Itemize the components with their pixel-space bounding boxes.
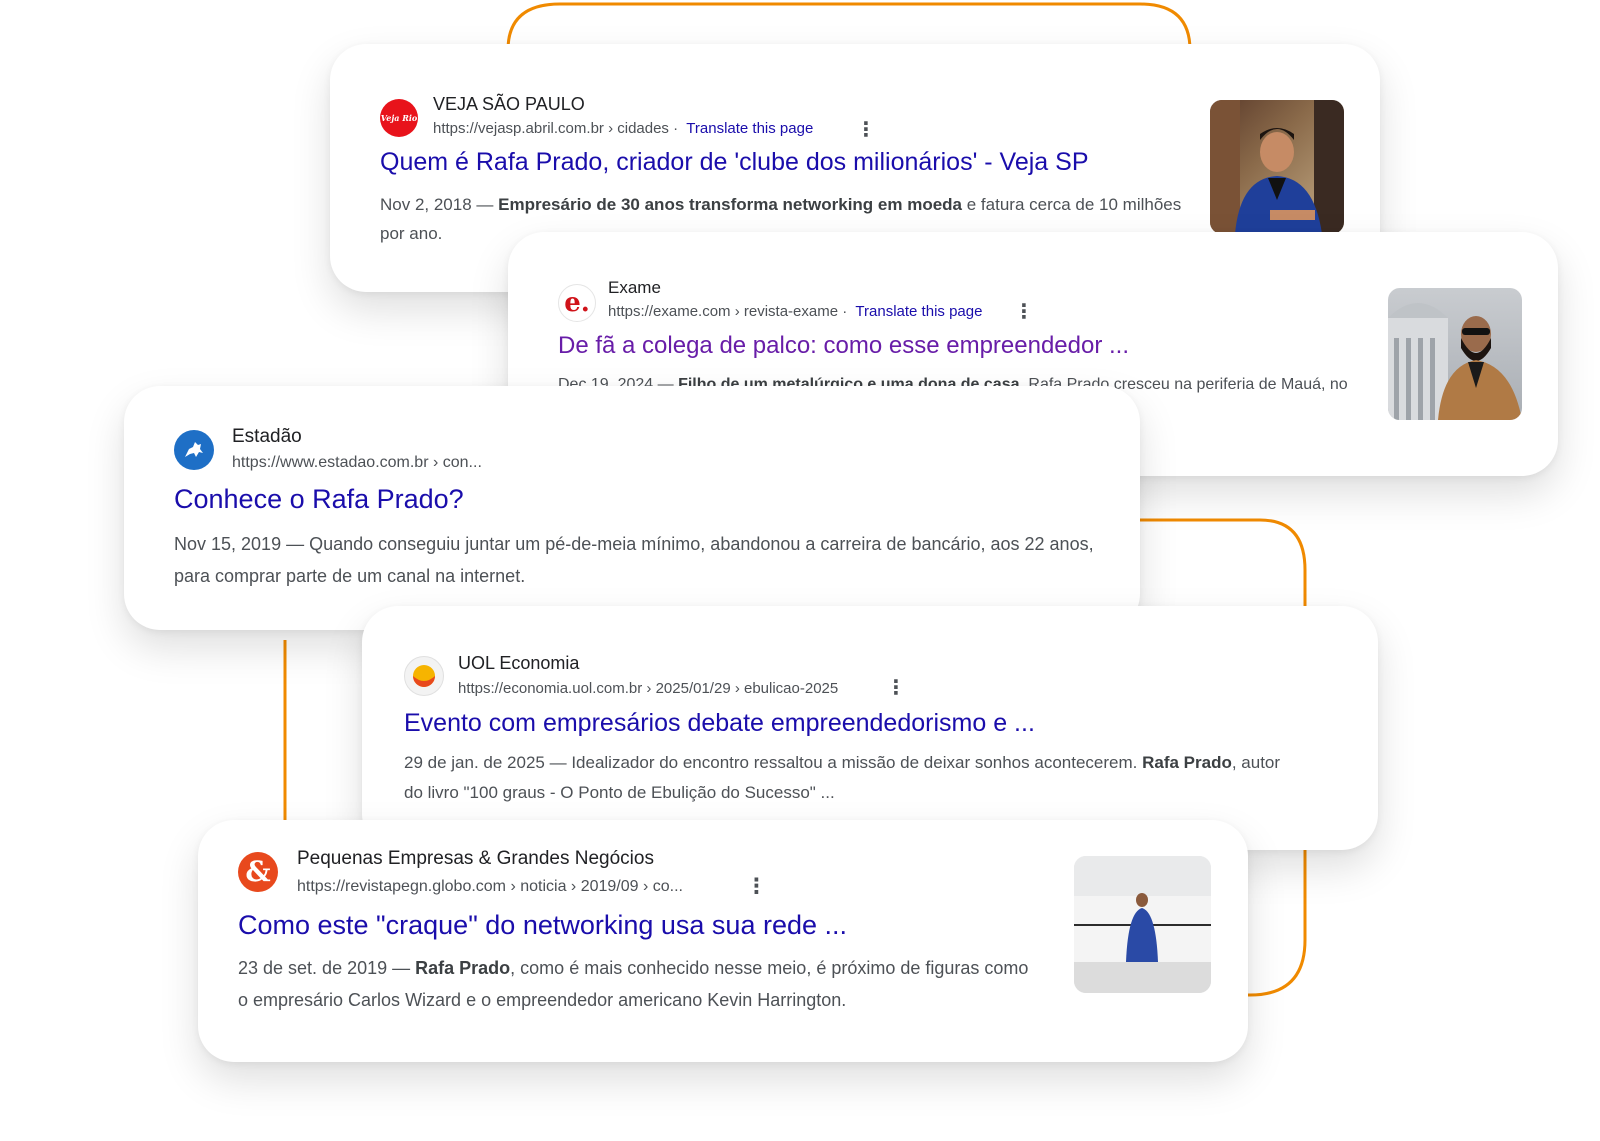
veja-logo-icon: Veja Rio <box>380 99 418 137</box>
result-site-name: UOL Economia <box>458 653 580 673</box>
uol-logo-icon <box>404 656 444 696</box>
search-result-pegn[interactable]: & Pequenas Empresas & Grandes Negócios h… <box>198 820 1248 1062</box>
result-site-name: Exame <box>608 278 661 297</box>
result-url[interactable]: https://www.estadao.com.br › con... <box>232 454 482 472</box>
search-result-estadao[interactable]: Estadão https://www.estadao.com.br › con… <box>124 386 1140 630</box>
result-url[interactable]: https://economia.uol.com.br › 2025/01/29… <box>458 680 838 697</box>
result-thumbnail-image[interactable] <box>1388 288 1522 420</box>
result-snippet: 23 de set. de 2019 — Rafa Prado, como é … <box>238 958 1029 1010</box>
result-title[interactable]: Como este "craque" do networking usa sua… <box>238 910 847 941</box>
search-result-uol[interactable]: UOL Economia https://economia.uol.com.br… <box>362 606 1378 850</box>
more-options-icon[interactable]: ⋮ <box>1014 302 1034 322</box>
result-site-name: Pequenas Empresas & Grandes Negócios <box>297 848 654 869</box>
pegn-logo-icon: & <box>238 852 278 892</box>
result-thumbnail-image[interactable] <box>1074 856 1211 993</box>
result-site-name: VEJA SÃO PAULO <box>433 94 585 114</box>
translate-link[interactable]: Translate this page <box>855 303 982 320</box>
result-snippet: 29 de jan. de 2025 — Idealizador do enco… <box>404 753 1281 802</box>
more-options-icon[interactable]: ⋮ <box>856 120 876 140</box>
result-snippet: Nov 15, 2019 — Quando conseguiu juntar u… <box>174 534 1094 586</box>
exame-logo-icon: e. <box>558 284 596 322</box>
result-site-name: Estadão <box>232 426 302 447</box>
translate-link[interactable]: Translate this page <box>686 120 813 137</box>
result-url[interactable]: https://exame.com › revista-exame · Tran… <box>608 303 982 320</box>
result-url[interactable]: https://revistapegn.globo.com › noticia … <box>297 878 683 896</box>
more-options-icon[interactable]: ⋮ <box>746 876 767 897</box>
more-options-icon[interactable]: ⋮ <box>886 678 906 698</box>
result-thumbnail-image[interactable] <box>1210 100 1344 234</box>
result-title[interactable]: Conhece o Rafa Prado? <box>174 484 464 515</box>
result-title[interactable]: Quem é Rafa Prado, criador de 'clube dos… <box>380 148 1089 177</box>
result-title[interactable]: De fã a colega de palco: como esse empre… <box>558 332 1129 360</box>
result-url[interactable]: https://vejasp.abril.com.br › cidades · … <box>433 120 813 137</box>
result-title[interactable]: Evento com empresários debate empreended… <box>404 709 1035 738</box>
estadao-logo-icon <box>174 430 214 470</box>
